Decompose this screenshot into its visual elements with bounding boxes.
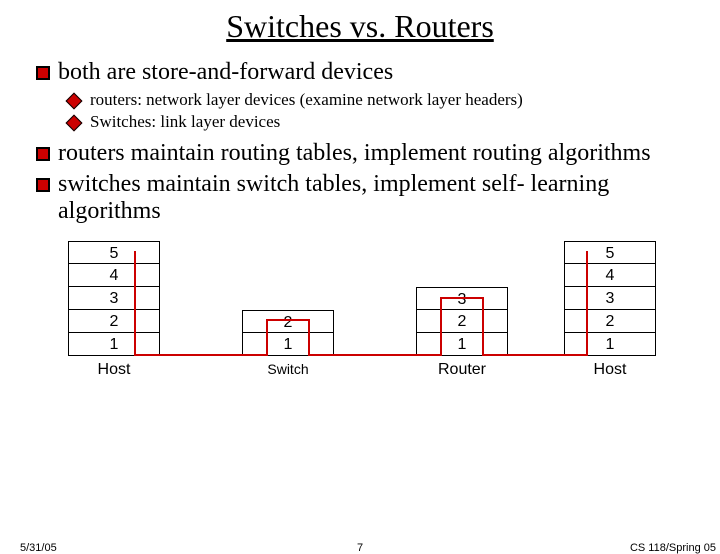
- stack-host-right: 5 4 3 2 1: [564, 241, 656, 356]
- diamond-bullet-icon: [66, 93, 83, 110]
- layer-cell: 3: [68, 287, 160, 310]
- path-line: [440, 297, 484, 299]
- footer-date: 5/31/05: [20, 542, 57, 554]
- square-bullet-icon: [36, 66, 50, 80]
- layer-cell: 1: [564, 333, 656, 356]
- layer-cell: 3: [564, 287, 656, 310]
- layer-cell: 5: [564, 241, 656, 264]
- square-bullet-icon: [36, 178, 50, 192]
- path-line: [482, 297, 484, 356]
- footer-page: 7: [357, 542, 363, 554]
- bullet-text: both are store-and-forward devices: [58, 59, 393, 86]
- path-line: [308, 319, 310, 356]
- stack-label-router: Router: [416, 361, 508, 379]
- bullet-text: routers: network layer devices (examine …: [90, 90, 523, 110]
- bullet-text: switches maintain switch tables, impleme…: [58, 171, 692, 225]
- path-line: [482, 354, 588, 356]
- diamond-bullet-icon: [66, 115, 83, 132]
- layer-diagram: 5 4 3 2 1 Host 2 1 Switch 3 2 1 Router 5…: [64, 241, 664, 411]
- page-title: Switches vs. Routers: [0, 8, 720, 45]
- square-bullet-icon: [36, 147, 50, 161]
- bullet-lvl2: Switches: link layer devices: [66, 112, 692, 132]
- stack-switch: 2 1: [242, 310, 334, 356]
- sub-bullets: routers: network layer devices (examine …: [36, 90, 692, 132]
- layer-cell: 5: [68, 241, 160, 264]
- path-line: [134, 354, 268, 356]
- path-line: [134, 251, 136, 356]
- bullet-lvl2: routers: network layer devices (examine …: [66, 90, 692, 110]
- bullet-lvl1: routers maintain routing tables, impleme…: [36, 140, 692, 167]
- stack-label-host-right: Host: [564, 361, 656, 379]
- layer-cell: 1: [416, 333, 508, 356]
- layer-cell: 4: [564, 264, 656, 287]
- stack-host-left: 5 4 3 2 1: [68, 241, 160, 356]
- path-line: [440, 297, 442, 356]
- layer-cell: 2: [564, 310, 656, 333]
- slide-body: both are store-and-forward devices route…: [0, 59, 720, 411]
- layer-cell: 1: [68, 333, 160, 356]
- bullet-lvl1: switches maintain switch tables, impleme…: [36, 171, 692, 225]
- path-line: [308, 354, 442, 356]
- layer-cell: 2: [68, 310, 160, 333]
- path-line: [266, 319, 268, 356]
- bullet-text: routers maintain routing tables, impleme…: [58, 140, 651, 167]
- bullet-text: Switches: link layer devices: [90, 112, 280, 132]
- footer-course: CS 118/Spring 05: [630, 542, 716, 554]
- layer-cell: 2: [242, 310, 334, 333]
- bullet-lvl1: both are store-and-forward devices: [36, 59, 692, 86]
- layer-cell: 1: [242, 333, 334, 356]
- path-line: [266, 319, 310, 321]
- layer-cell: 4: [68, 264, 160, 287]
- path-line: [586, 251, 588, 356]
- layer-cell: 2: [416, 310, 508, 333]
- stack-label-host-left: Host: [68, 361, 160, 379]
- stack-label-switch: Switch: [242, 361, 334, 377]
